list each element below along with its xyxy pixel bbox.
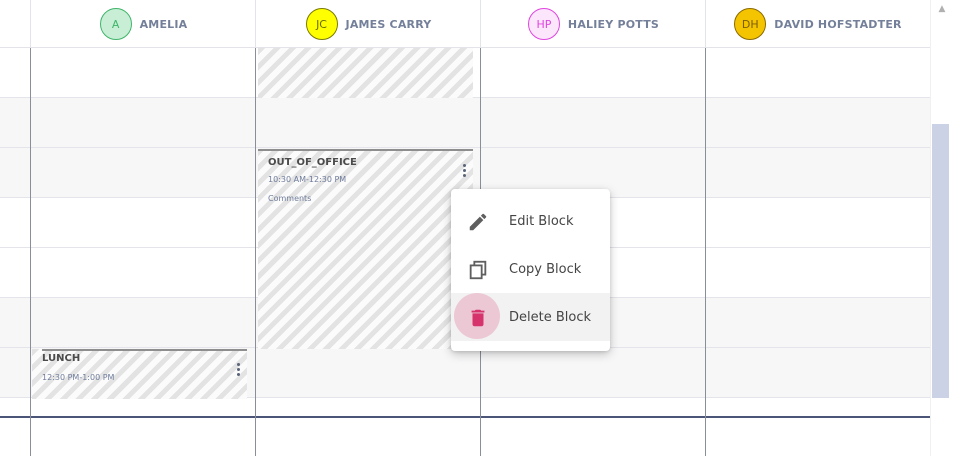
delete-block-menu-item[interactable]: Delete Block	[451, 293, 610, 341]
scrollbar-thumb[interactable]	[932, 124, 949, 398]
block-title: LUNCH	[42, 353, 81, 364]
column-divider	[705, 48, 706, 456]
copy-icon	[469, 260, 487, 280]
schedule-block-lunch[interactable]: LUNCH 12:30 PM-1:00 PM	[32, 349, 247, 399]
staff-column-header-james-carry[interactable]: JC JAMES CARRY	[256, 0, 481, 48]
avatar: JC	[305, 8, 338, 40]
menu-item-label: Copy Block	[509, 261, 582, 277]
avatar: HP	[527, 8, 560, 40]
column-divider	[255, 48, 256, 456]
block-time: 10:30 AM-12:30 PM	[268, 175, 347, 184]
time-slot-row[interactable]	[0, 98, 930, 148]
staff-name: DAVID HOFSTADTER	[774, 17, 902, 31]
current-time-line	[0, 416, 930, 418]
staff-name: HALIEY POTTS	[567, 17, 660, 31]
copy-block-menu-item[interactable]: Copy Block	[451, 245, 610, 293]
menu-item-label: Delete Block	[509, 309, 592, 325]
staff-column-header-amelia[interactable]: A AMELIA	[31, 0, 256, 48]
avatar: A	[99, 8, 132, 40]
staff-name: AMELIA	[139, 17, 188, 31]
block-more-icon[interactable]	[458, 160, 470, 180]
staff-name: JAMES CARRY	[345, 17, 432, 31]
schedule-block-out-of-office[interactable]: OUT_OF_OFFICE 10:30 AM-12:30 PM Comments	[258, 149, 473, 349]
block-title: OUT_OF_OFFICE	[268, 157, 357, 168]
staff-header: A AMELIA JC JAMES CARRY HP HALIEY POTTS …	[0, 0, 930, 48]
schedule-app: A AMELIA JC JAMES CARRY HP HALIEY POTTS …	[0, 0, 960, 456]
pencil-icon	[469, 213, 487, 231]
edit-block-menu-item[interactable]: Edit Block	[451, 197, 610, 245]
avatar: DH	[734, 8, 767, 40]
avatar-initials: A	[111, 17, 120, 31]
scroll-up-arrow-icon[interactable]: ▲	[936, 4, 948, 16]
menu-item-label: Edit Block	[509, 213, 574, 229]
staff-column-header-haliey-potts[interactable]: HP HALIEY POTTS	[481, 0, 706, 48]
avatar-initials: HP	[536, 17, 552, 31]
block-comment: Comments	[268, 194, 312, 203]
block-top-border	[258, 149, 473, 151]
time-slot-row[interactable]	[0, 418, 930, 456]
trash-icon	[471, 309, 485, 327]
block-more-icon[interactable]	[232, 359, 244, 379]
block-time: 12:30 PM-1:00 PM	[42, 373, 115, 382]
staff-column-header-david-hofstadter[interactable]: DH DAVID HOFSTADTER	[706, 0, 930, 48]
schedule-block[interactable]	[258, 48, 473, 98]
avatar-initials: JC	[316, 17, 327, 31]
column-divider	[30, 48, 31, 456]
block-context-menu: Edit Block Copy Block Delete Block	[451, 189, 610, 351]
avatar-initials: DH	[741, 17, 759, 31]
block-top-border	[42, 349, 247, 351]
